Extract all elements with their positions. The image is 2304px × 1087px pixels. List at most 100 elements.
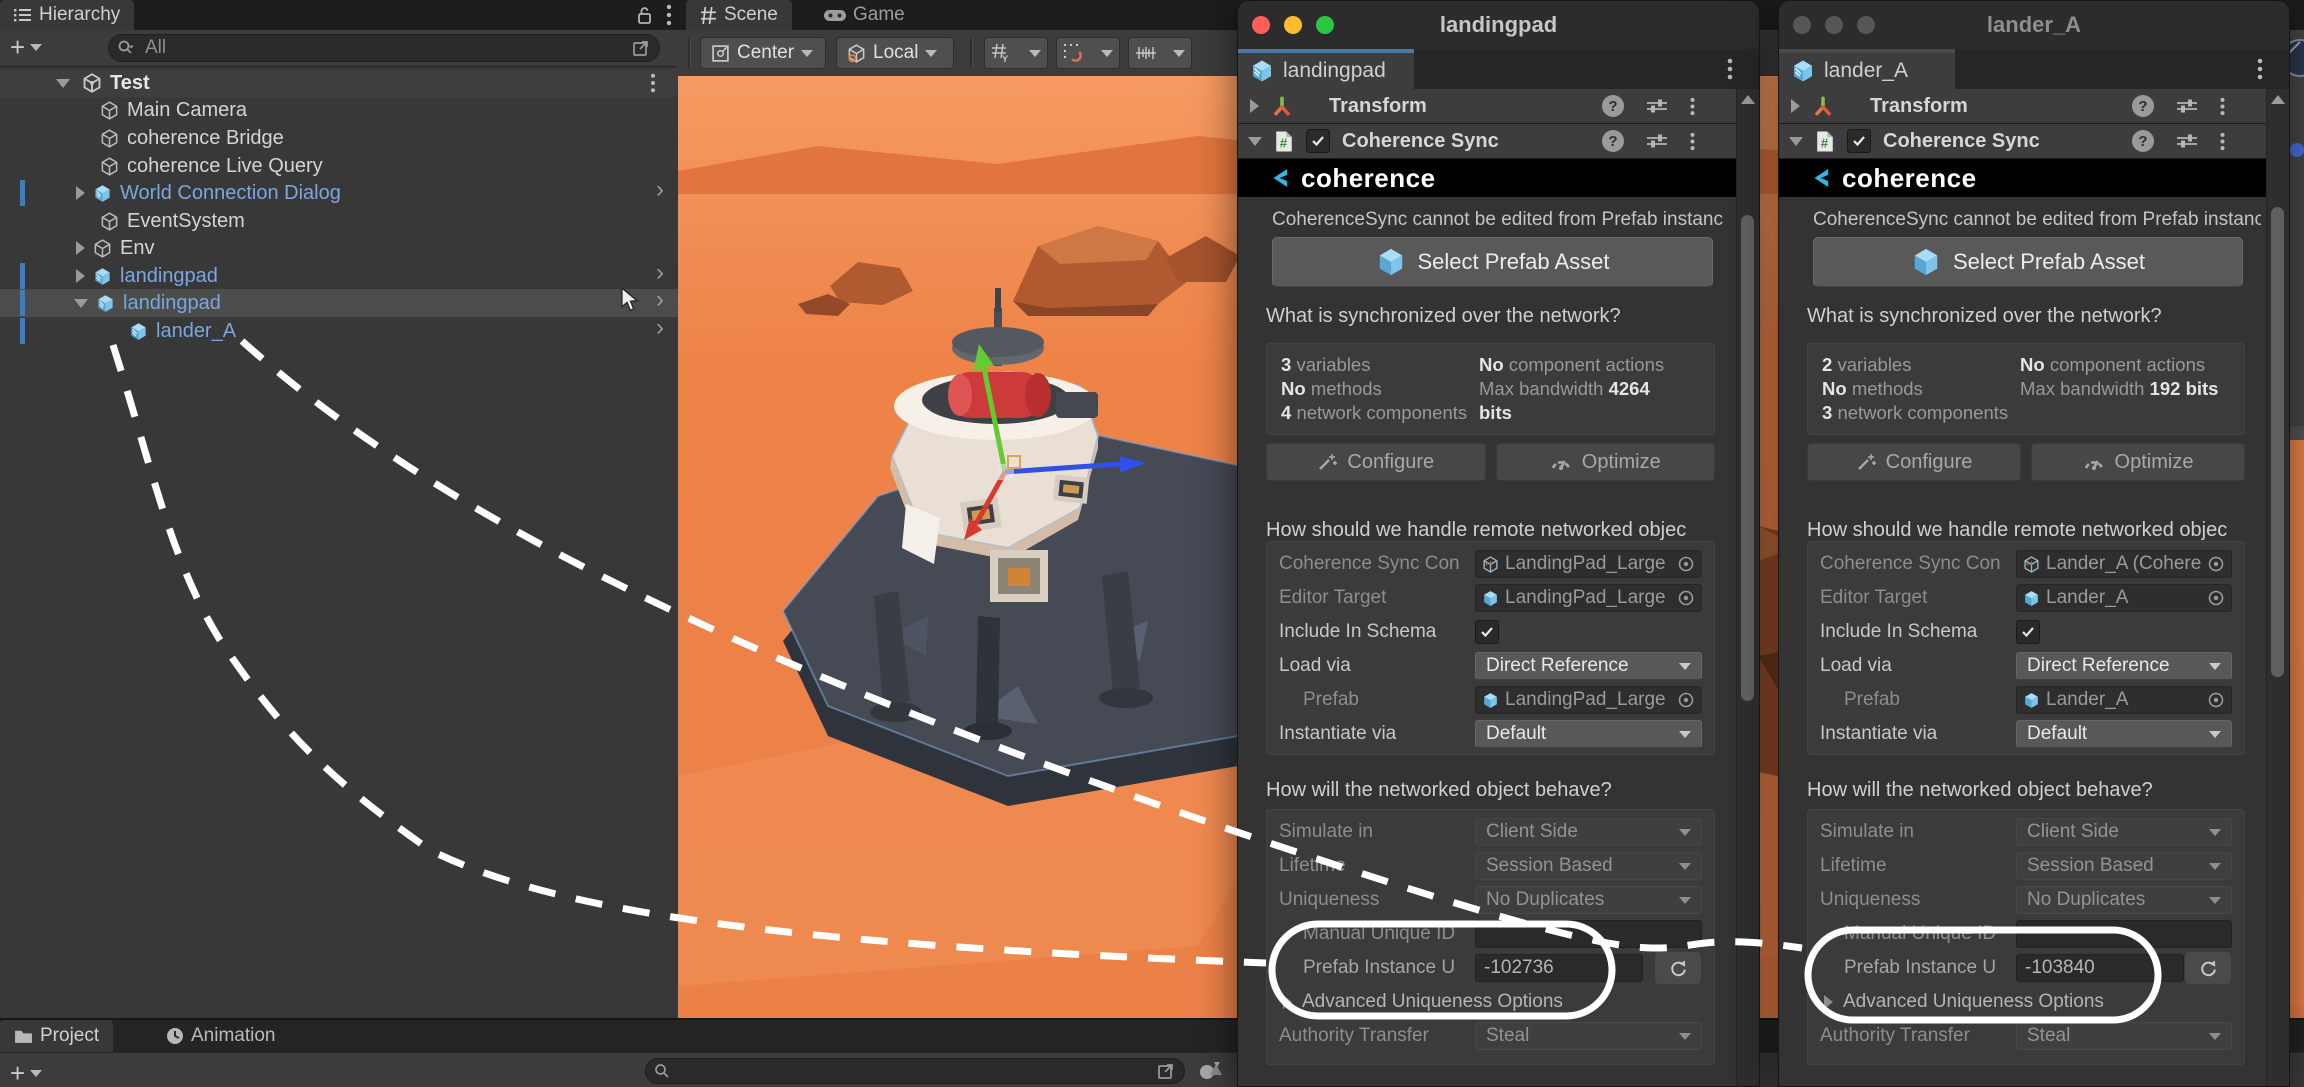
tool-handle-pivot-dropdown[interactable]: Center bbox=[700, 37, 826, 69]
kebab-menu-icon[interactable] bbox=[1690, 96, 1695, 117]
simulate-in-dropdown[interactable]: Client Side bbox=[2016, 818, 2232, 846]
tab-animation[interactable]: Animation bbox=[152, 1020, 290, 1052]
scroll-up-arrow[interactable] bbox=[1737, 95, 1759, 104]
open-window-icon[interactable] bbox=[1156, 1061, 1176, 1081]
tab-project[interactable]: Project bbox=[0, 1020, 113, 1052]
hierarchy-scene-test[interactable]: Test bbox=[0, 69, 678, 97]
kebab-menu-icon[interactable] bbox=[666, 4, 672, 26]
foldout-expanded-icon[interactable] bbox=[74, 299, 88, 308]
prefab-instance-uid-input[interactable]: -103840 bbox=[2016, 954, 2184, 982]
grid-snapping-dropdown[interactable] bbox=[1056, 37, 1120, 69]
foldout-collapsed-icon[interactable] bbox=[76, 269, 85, 283]
coherence-sync-component-header[interactable]: # Coherence Sync ? bbox=[1238, 124, 1737, 159]
advanced-uniqueness-foldout[interactable]: Advanced Uniqueness Options bbox=[1820, 985, 2232, 1019]
load-via-dropdown[interactable]: Direct Reference bbox=[1475, 652, 1702, 680]
scrollbar[interactable] bbox=[1736, 89, 1759, 1086]
object-picker-icon[interactable] bbox=[1677, 691, 1695, 709]
manual-unique-id-input[interactable] bbox=[1475, 920, 1702, 948]
uniqueness-dropdown[interactable]: No Duplicates bbox=[1475, 886, 1702, 914]
configure-button[interactable]: Configure bbox=[1266, 443, 1486, 481]
object-picker-icon[interactable] bbox=[2207, 691, 2225, 709]
transform-component-header[interactable]: Transform ? bbox=[1238, 89, 1737, 124]
kebab-menu-icon[interactable] bbox=[1727, 57, 1733, 81]
tab-game[interactable]: Game bbox=[810, 0, 919, 30]
hierarchy-search-input[interactable]: All bbox=[108, 34, 660, 62]
help-icon[interactable]: ? bbox=[2132, 95, 2154, 117]
coherence-sync-component-header[interactable]: # Coherence Sync ? bbox=[1779, 124, 2267, 159]
foldout-expanded-icon[interactable] bbox=[56, 79, 70, 88]
inspector-tab[interactable]: lander_A bbox=[1779, 49, 1955, 89]
instantiate-via-dropdown[interactable]: Default bbox=[1475, 720, 1702, 748]
hierarchy-item-lander-a[interactable]: lander_A › bbox=[0, 317, 678, 345]
asset-visibility-icon[interactable] bbox=[1198, 1059, 1224, 1083]
kebab-menu-icon[interactable] bbox=[2220, 131, 2225, 152]
sync-config-object-field[interactable]: LandingPad_Large bbox=[1475, 550, 1702, 578]
foldout-expanded-icon[interactable] bbox=[1248, 137, 1262, 146]
scrollbar-thumb[interactable] bbox=[1741, 215, 1754, 701]
prefab-arrow-icon[interactable]: › bbox=[656, 318, 664, 338]
object-picker-icon[interactable] bbox=[2207, 589, 2225, 607]
inspector-tab[interactable]: landingpad bbox=[1238, 49, 1414, 89]
lifetime-dropdown[interactable]: Session Based bbox=[2016, 852, 2232, 880]
object-picker-icon[interactable] bbox=[1677, 589, 1695, 607]
hierarchy-item-main-camera[interactable]: Main Camera bbox=[0, 96, 678, 124]
foldout-collapsed-icon[interactable] bbox=[1250, 99, 1259, 113]
include-in-schema-checkbox[interactable] bbox=[1475, 620, 1499, 644]
foldout-expanded-icon[interactable] bbox=[1789, 137, 1803, 146]
object-picker-icon[interactable] bbox=[2207, 555, 2225, 573]
project-search-input[interactable] bbox=[645, 1058, 1185, 1084]
tool-handle-rotation-dropdown[interactable]: Local bbox=[836, 37, 954, 69]
kebab-menu-icon[interactable] bbox=[2257, 57, 2263, 81]
presets-icon[interactable] bbox=[2176, 133, 2198, 149]
grid-visibility-dropdown[interactable]: Y bbox=[984, 37, 1048, 69]
prefab-object-field[interactable]: LandingPad_Large bbox=[1475, 686, 1702, 714]
regenerate-uid-button[interactable] bbox=[2184, 951, 2232, 985]
help-icon[interactable]: ? bbox=[2132, 130, 2154, 152]
transform-component-header[interactable]: Transform ? bbox=[1779, 89, 2267, 124]
configure-button[interactable]: Configure bbox=[1807, 443, 2021, 481]
kebab-menu-icon[interactable] bbox=[2220, 96, 2225, 117]
component-enabled-checkbox[interactable] bbox=[1847, 129, 1871, 153]
component-enabled-checkbox[interactable] bbox=[1306, 129, 1330, 153]
manual-unique-id-input[interactable] bbox=[2016, 920, 2232, 948]
prefab-arrow-icon[interactable]: › bbox=[656, 180, 664, 200]
authority-transfer-dropdown[interactable]: Steal bbox=[2016, 1022, 2232, 1050]
prefab-arrow-icon[interactable]: › bbox=[656, 263, 664, 283]
advanced-uniqueness-foldout[interactable]: Advanced Uniqueness Options bbox=[1279, 985, 1702, 1019]
lifetime-dropdown[interactable]: Session Based bbox=[1475, 852, 1702, 880]
sync-config-object-field[interactable]: Lander_A (Coheren bbox=[2016, 550, 2232, 578]
uniqueness-dropdown[interactable]: No Duplicates bbox=[2016, 886, 2232, 914]
prefab-object-field[interactable]: Lander_A bbox=[2016, 686, 2232, 714]
optimize-button[interactable]: Optimize bbox=[1496, 443, 1716, 481]
optimize-button[interactable]: Optimize bbox=[2031, 443, 2245, 481]
help-icon[interactable]: ? bbox=[1602, 95, 1624, 117]
prefab-arrow-icon[interactable]: › bbox=[656, 290, 664, 310]
presets-icon[interactable] bbox=[1646, 133, 1668, 149]
hierarchy-item-coherence-bridge[interactable]: coherence Bridge bbox=[0, 124, 678, 152]
regenerate-uid-button[interactable] bbox=[1654, 951, 1702, 985]
object-picker-icon[interactable] bbox=[1677, 555, 1695, 573]
kebab-menu-icon[interactable] bbox=[1690, 131, 1695, 152]
simulate-in-dropdown[interactable]: Client Side bbox=[1475, 818, 1702, 846]
load-via-dropdown[interactable]: Direct Reference bbox=[2016, 652, 2232, 680]
presets-icon[interactable] bbox=[2176, 98, 2198, 114]
select-prefab-asset-button[interactable]: Select Prefab Asset bbox=[1813, 237, 2243, 287]
increment-snap-dropdown[interactable] bbox=[1128, 37, 1192, 69]
hierarchy-item-landingpad-1[interactable]: landingpad › bbox=[0, 262, 678, 290]
open-window-icon[interactable] bbox=[631, 38, 651, 58]
scrollbar[interactable] bbox=[2266, 89, 2289, 1086]
hierarchy-item-landingpad-2-selected[interactable]: landingpad › bbox=[0, 289, 678, 317]
select-prefab-asset-button[interactable]: Select Prefab Asset bbox=[1272, 237, 1713, 287]
tab-scene[interactable]: Scene bbox=[686, 0, 792, 30]
editor-target-object-field[interactable]: Lander_A bbox=[2016, 584, 2232, 612]
unlock-icon[interactable] bbox=[637, 6, 652, 25]
tab-hierarchy[interactable]: Hierarchy bbox=[0, 0, 134, 30]
prefab-instance-uid-input[interactable]: -102736 bbox=[1475, 954, 1643, 982]
window-titlebar[interactable]: landingpad bbox=[1238, 1, 1759, 50]
hierarchy-item-world-connection-dialog[interactable]: World Connection Dialog › bbox=[0, 179, 678, 207]
foldout-collapsed-icon[interactable] bbox=[76, 186, 85, 200]
help-icon[interactable]: ? bbox=[1602, 130, 1624, 152]
editor-target-object-field[interactable]: LandingPad_Large bbox=[1475, 584, 1702, 612]
hierarchy-item-eventsystem[interactable]: EventSystem bbox=[0, 207, 678, 235]
hierarchy-item-env[interactable]: Env bbox=[0, 234, 678, 262]
